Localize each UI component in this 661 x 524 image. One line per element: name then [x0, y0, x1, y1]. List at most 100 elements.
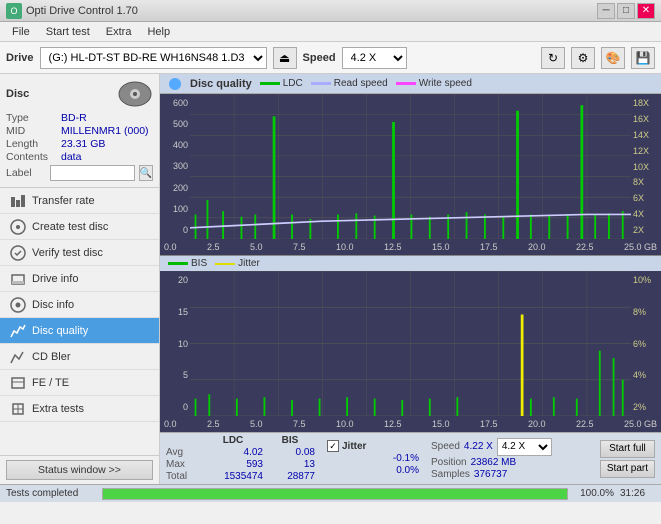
close-button[interactable]: ✕ — [637, 3, 655, 19]
chart1-main — [190, 94, 631, 239]
sidebar-item-create-test-disc[interactable]: Create test disc — [0, 214, 159, 240]
y1-label-200: 200 — [173, 183, 188, 193]
start-part-button[interactable]: Start part — [600, 460, 655, 478]
sidebar-item-transfer-rate[interactable]: Transfer rate — [0, 188, 159, 214]
status-text: Tests completed — [6, 488, 96, 499]
eject-button[interactable]: ⏏ — [273, 47, 297, 69]
total-row: Total 1535474 28877 — [166, 471, 315, 482]
maximize-button[interactable]: □ — [617, 3, 635, 19]
y1r-12x: 12X — [633, 146, 659, 156]
menu-bar: File Start test Extra Help — [0, 22, 661, 42]
refresh-button[interactable]: ↻ — [541, 47, 565, 69]
mid-value: MILLENMR1 (000) — [61, 125, 153, 137]
y2-label-5: 5 — [183, 370, 188, 380]
jitter-max: 0.0% — [364, 465, 419, 476]
y2-label-20: 20 — [178, 275, 188, 285]
start-buttons: Start full Start part — [600, 440, 655, 478]
content-title: Disc quality — [190, 78, 252, 90]
label-label: Label — [6, 167, 46, 179]
legend-ldc-label: LDC — [283, 78, 303, 89]
y1r-4x: 4X — [633, 209, 659, 219]
label-icon-button[interactable]: 🔍 — [139, 165, 153, 181]
drive-toolbar: Drive (G:) HL-DT-ST BD-RE WH16NS48 1.D3 … — [0, 42, 661, 74]
type-value: BD-R — [61, 112, 153, 124]
y1-label-400: 400 — [173, 140, 188, 150]
menu-start-test[interactable]: Start test — [38, 24, 98, 40]
legend-write: Write speed — [396, 78, 472, 89]
chart2-x-axis: 0.0 2.5 5.0 7.5 10.0 12.5 15.0 17.5 20.0… — [160, 416, 661, 432]
bis-col-header: BIS — [265, 435, 315, 446]
legend-ldc: LDC — [260, 78, 303, 89]
jitter-color — [215, 263, 235, 265]
y1-label-300: 300 — [173, 161, 188, 171]
speed-label: Speed — [303, 52, 336, 64]
settings-button[interactable]: ⚙ — [571, 47, 595, 69]
disc-icon — [117, 80, 153, 108]
sidebar-item-fe-te[interactable]: FE / TE — [0, 370, 159, 396]
total-bis: 28877 — [265, 471, 315, 482]
app-title: Opti Drive Control 1.70 — [26, 5, 138, 17]
y2r-6pct: 6% — [633, 339, 659, 349]
drive-info-icon — [10, 271, 26, 287]
y2r-2pct: 2% — [633, 402, 659, 412]
nav-label-disc-quality: Disc quality — [32, 325, 88, 337]
max-label: Max — [166, 459, 201, 470]
contents-value: data — [61, 151, 153, 163]
legend-read: Read speed — [311, 78, 388, 89]
y2-label-0: 0 — [183, 402, 188, 412]
y2-label-15: 15 — [178, 307, 188, 317]
type-label: Type — [6, 112, 61, 124]
nav-label-extra-tests: Extra tests — [32, 403, 84, 415]
progress-outer — [102, 488, 568, 500]
sidebar-item-verify-test-disc[interactable]: Verify test disc — [0, 240, 159, 266]
content-area: Disc quality LDC Read speed Write speed … — [160, 74, 661, 484]
y1r-6x: 6X — [633, 193, 659, 203]
start-full-button[interactable]: Start full — [600, 440, 655, 458]
drive-select[interactable]: (G:) HL-DT-ST BD-RE WH16NS48 1.D3 — [40, 47, 267, 69]
total-ldc: 1535474 — [203, 471, 263, 482]
nav-label-verify-test-disc: Verify test disc — [32, 247, 103, 259]
verify-disc-icon — [10, 245, 26, 261]
y1-label-600: 600 — [173, 98, 188, 108]
status-window-button[interactable]: Status window >> — [6, 460, 153, 480]
menu-help[interactable]: Help — [139, 24, 178, 40]
jitter-checkbox[interactable]: ✓ — [327, 440, 339, 452]
menu-extra[interactable]: Extra — [98, 24, 140, 40]
jitter-header: Jitter — [342, 441, 366, 452]
legend-bis: BIS — [168, 258, 207, 269]
max-ldc: 593 — [203, 459, 263, 470]
speed-stat-value: 4.22 X — [464, 441, 493, 452]
ldc-col-header: LDC — [203, 435, 263, 446]
chart2-main — [190, 271, 631, 416]
nav-label-drive-info: Drive info — [32, 273, 78, 285]
legend-bis-label: BIS — [191, 258, 207, 269]
save-button[interactable]: 💾 — [631, 47, 655, 69]
extra-tests-icon — [10, 401, 26, 417]
chart-ldc: 600 500 400 300 200 100 0 — [160, 94, 661, 239]
chart1-y-axis: 600 500 400 300 200 100 0 — [160, 94, 190, 239]
chart1-y-axis-right: 18X 16X 14X 12X 10X 8X 6X 4X 2X — [631, 94, 661, 239]
color-button[interactable]: 🎨 — [601, 47, 625, 69]
y1r-2x: 2X — [633, 225, 659, 235]
sidebar-item-disc-quality[interactable]: Disc quality — [0, 318, 159, 344]
sidebar-item-disc-info[interactable]: Disc info — [0, 292, 159, 318]
sidebar-item-drive-info[interactable]: Drive info — [0, 266, 159, 292]
menu-file[interactable]: File — [4, 24, 38, 40]
y2r-4pct: 4% — [633, 370, 659, 380]
disc-title: Disc — [6, 88, 29, 100]
label-input[interactable] — [50, 165, 135, 181]
mid-label: MID — [6, 125, 61, 137]
length-label: Length — [6, 138, 61, 150]
title-bar: O Opti Drive Control 1.70 ─ □ ✕ — [0, 0, 661, 22]
write-color — [396, 82, 416, 85]
speed-stat-select[interactable]: 4.2 X — [497, 438, 552, 456]
create-disc-icon — [10, 219, 26, 235]
ldc-bis-stats: LDC BIS Avg 4.02 0.08 Max 593 13 Total 1… — [166, 435, 315, 482]
minimize-button[interactable]: ─ — [597, 3, 615, 19]
avg-row: Avg 4.02 0.08 — [166, 447, 315, 458]
speed-select[interactable]: 4.2 X — [342, 47, 407, 69]
sidebar-item-cd-bler[interactable]: CD Bler — [0, 344, 159, 370]
nav-label-transfer-rate: Transfer rate — [32, 195, 95, 207]
sidebar-item-extra-tests[interactable]: Extra tests — [0, 396, 159, 422]
app-icon: O — [6, 3, 22, 19]
